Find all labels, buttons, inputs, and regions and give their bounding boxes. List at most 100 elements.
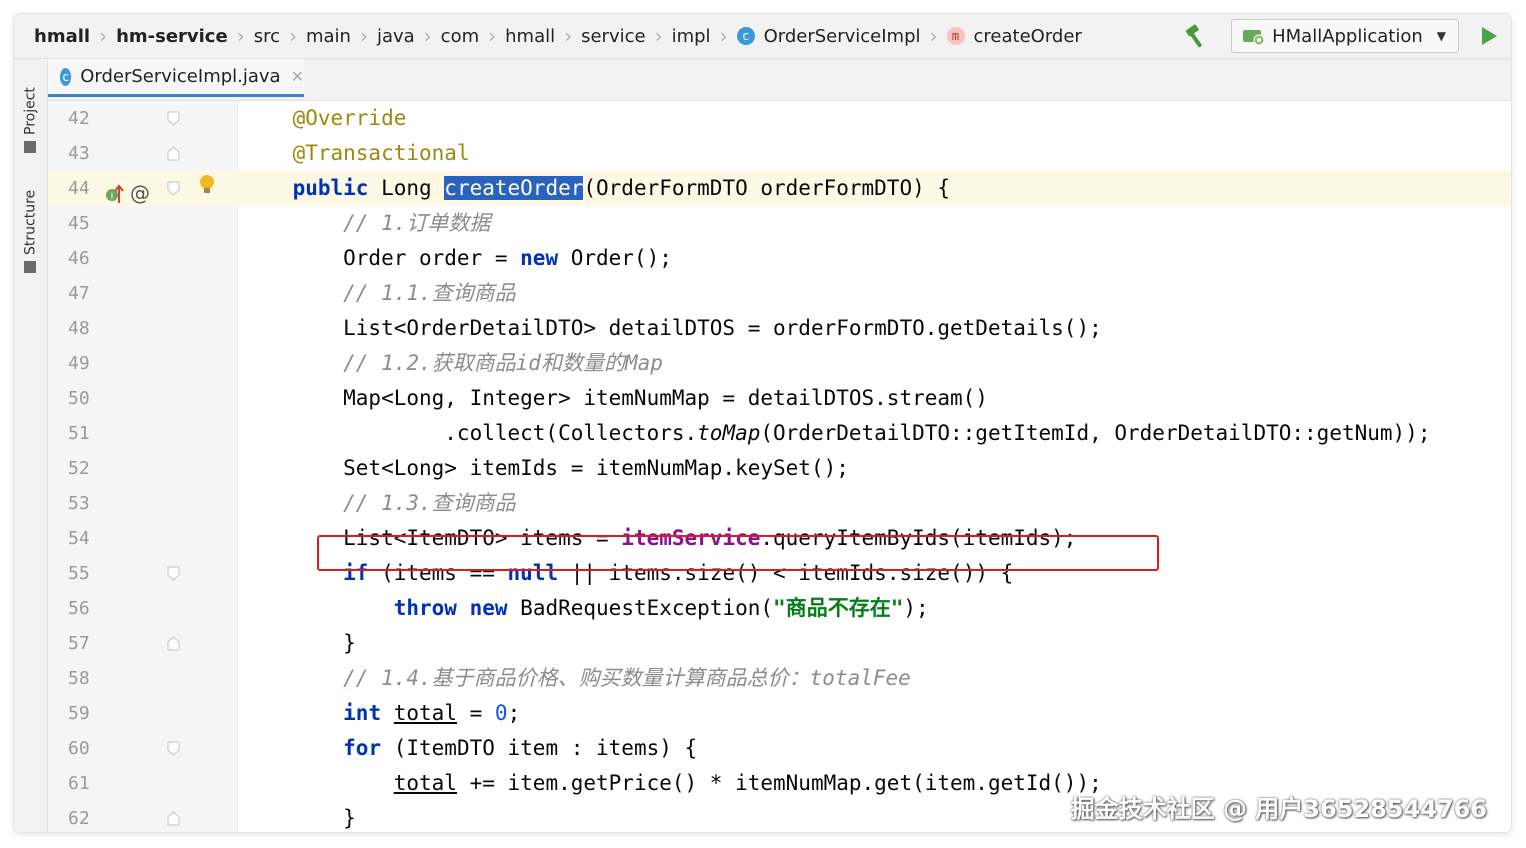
breadcrumb-item[interactable]: hmall <box>34 26 90 47</box>
code-text[interactable]: } <box>242 626 356 661</box>
code-line[interactable]: 48 List<OrderDetailDTO> detailDTOS = ord… <box>48 311 1511 346</box>
line-number[interactable]: 49 <box>68 346 108 381</box>
code-line[interactable]: 55 if (items == null || items.size() < i… <box>48 556 1511 591</box>
line-number[interactable]: 51 <box>68 416 108 451</box>
code-line[interactable]: 45 // 1.订单数据 <box>48 206 1511 241</box>
breadcrumb-item[interactable]: impl <box>672 26 711 47</box>
code-text[interactable]: Set<Long> itemIds = itemNumMap.keySet(); <box>242 451 849 486</box>
code-token: toMap <box>697 421 761 445</box>
code-text[interactable]: List<OrderDetailDTO> detailDTOS = orderF… <box>242 311 1102 346</box>
breadcrumb-item[interactable]: java <box>377 26 415 47</box>
code-text[interactable]: @Transactional <box>242 136 470 171</box>
code-line[interactable]: 42 @Override <box>48 101 1511 136</box>
line-number[interactable]: 57 <box>68 626 108 661</box>
fold-marker-icon[interactable] <box>167 181 180 196</box>
code-text[interactable]: List<ItemDTO> items = itemService.queryI… <box>242 521 1076 556</box>
code-line[interactable]: 49 // 1.2.获取商品id和数量的Map <box>48 346 1511 381</box>
code-line[interactable]: 53 // 1.3.查询商品 <box>48 486 1511 521</box>
fold-marker-icon[interactable] <box>167 741 180 756</box>
code-line[interactable]: 50 Map<Long, Integer> itemNumMap = detai… <box>48 381 1511 416</box>
code-line[interactable]: 58 // 1.4.基于商品价格、购买数量计算商品总价：totalFee <box>48 661 1511 696</box>
line-number[interactable]: 59 <box>68 696 108 731</box>
intention-bulb-icon[interactable] <box>198 173 216 199</box>
line-number[interactable]: 43 <box>68 136 108 171</box>
line-number[interactable]: 48 <box>68 311 108 346</box>
close-icon[interactable]: ✕ <box>291 67 304 86</box>
code-line[interactable]: 54 List<ItemDTO> items = itemService.que… <box>48 521 1511 556</box>
code-token: || items.size() < itemIds.size()) { <box>558 561 1014 585</box>
breadcrumb-item[interactable]: m createOrder <box>946 26 1082 47</box>
code-editor[interactable]: 42 @Override 43 @Transactional 44 I @ public… <box>48 101 1511 832</box>
code-text[interactable]: // 1.4.基于商品价格、购买数量计算商品总价：totalFee <box>242 661 911 696</box>
breadcrumb-item[interactable]: hmall <box>505 26 555 47</box>
code-text[interactable]: // 1.3.查询商品 <box>242 486 516 521</box>
line-number[interactable]: 47 <box>68 276 108 311</box>
structure-tool-label: Structure <box>22 189 39 255</box>
code-text[interactable]: Order order = new Order(); <box>242 241 672 276</box>
structure-tool-tab[interactable]: Structure <box>14 179 47 279</box>
code-text[interactable]: for (ItemDTO item : items) { <box>242 731 697 766</box>
breadcrumb-label: OrderServiceImpl <box>763 25 921 47</box>
line-number[interactable]: 46 <box>68 241 108 276</box>
code-token: createOrder <box>444 176 584 200</box>
code-text[interactable]: // 1.2.获取商品id和数量的Map <box>242 346 663 381</box>
fold-marker-icon[interactable] <box>167 146 180 161</box>
code-text[interactable]: throw new BadRequestException("商品不存在"); <box>242 591 929 626</box>
code-text[interactable]: @Override <box>242 101 407 136</box>
code-line[interactable]: 60 for (ItemDTO item : items) { <box>48 731 1511 766</box>
code-text[interactable]: public Long createOrder(OrderFormDTO ord… <box>242 171 950 206</box>
breadcrumb-item[interactable]: main <box>306 26 351 47</box>
code-text[interactable]: if (items == null || items.size() < item… <box>242 556 1013 591</box>
run-icon[interactable] <box>1479 25 1499 47</box>
breadcrumb-separator: › <box>488 24 497 48</box>
breadcrumb-item[interactable]: service <box>581 26 645 47</box>
code-text[interactable]: Map<Long, Integer> itemNumMap = detailDT… <box>242 381 988 416</box>
line-number[interactable]: 45 <box>68 206 108 241</box>
line-number[interactable]: 50 <box>68 381 108 416</box>
fold-marker-icon[interactable] <box>167 111 180 126</box>
fold-marker-icon[interactable] <box>167 811 180 826</box>
code-text[interactable]: int total = 0; <box>242 696 520 731</box>
code-line[interactable]: 43 @Transactional <box>48 136 1511 171</box>
breadcrumb-label: impl <box>671 25 711 47</box>
line-number[interactable]: 60 <box>68 731 108 766</box>
breadcrumb-item[interactable]: src <box>254 26 280 47</box>
code-line[interactable]: 57 } <box>48 626 1511 661</box>
line-number[interactable]: 61 <box>68 766 108 801</box>
run-configuration-select[interactable]: HMallApplication ▼ <box>1231 19 1459 53</box>
project-tool-tab[interactable]: Project <box>14 69 47 159</box>
hammer-icon[interactable] <box>1183 23 1209 49</box>
line-number[interactable]: 52 <box>68 451 108 486</box>
line-number[interactable]: 44 <box>68 171 108 206</box>
code-token: (OrderFormDTO orderFormDTO) { <box>583 176 951 200</box>
line-number[interactable]: 55 <box>68 556 108 591</box>
code-line[interactable]: 44 I @ public Long createOrder(OrderFormDT… <box>48 171 1511 206</box>
line-number[interactable]: 62 <box>68 801 108 832</box>
code-line[interactable]: 52 Set<Long> itemIds = itemNumMap.keySet… <box>48 451 1511 486</box>
line-number[interactable]: 56 <box>68 591 108 626</box>
code-line[interactable]: 59 int total = 0; <box>48 696 1511 731</box>
breadcrumb-item[interactable]: c OrderServiceImpl <box>736 25 921 47</box>
line-number[interactable]: 58 <box>68 661 108 696</box>
code-line[interactable]: 51 .collect(Collectors.toMap(OrderDetail… <box>48 416 1511 451</box>
code-line[interactable]: 46 Order order = new Order(); <box>48 241 1511 276</box>
line-number[interactable]: 42 <box>68 101 108 136</box>
code-text[interactable]: } <box>242 801 356 832</box>
code-text[interactable]: // 1.1.查询商品 <box>242 276 516 311</box>
code-token: 0 <box>494 701 508 725</box>
code-line[interactable]: 56 throw new BadRequestException("商品不存在"… <box>48 591 1511 626</box>
breadcrumb-label: hm-service <box>116 25 228 47</box>
code-text[interactable]: .collect(Collectors.toMap(OrderDetailDTO… <box>242 416 1430 451</box>
breadcrumb-separator: › <box>423 24 432 48</box>
code-text[interactable]: // 1.订单数据 <box>242 206 490 241</box>
breadcrumb-item[interactable]: hm-service <box>116 26 228 47</box>
implemented-method-icon[interactable]: I <box>104 183 126 205</box>
fold-marker-icon[interactable] <box>167 636 180 651</box>
fold-marker-icon[interactable] <box>167 566 180 581</box>
code-line[interactable]: 47 // 1.1.查询商品 <box>48 276 1511 311</box>
code-text[interactable]: total += item.getPrice() * itemNumMap.ge… <box>242 766 1102 801</box>
breadcrumb-item[interactable]: com <box>441 26 479 47</box>
line-number[interactable]: 53 <box>68 486 108 521</box>
tab-orderserviceimpl[interactable]: c OrderServiceImpl.java ✕ <box>48 59 304 97</box>
line-number[interactable]: 54 <box>68 521 108 556</box>
